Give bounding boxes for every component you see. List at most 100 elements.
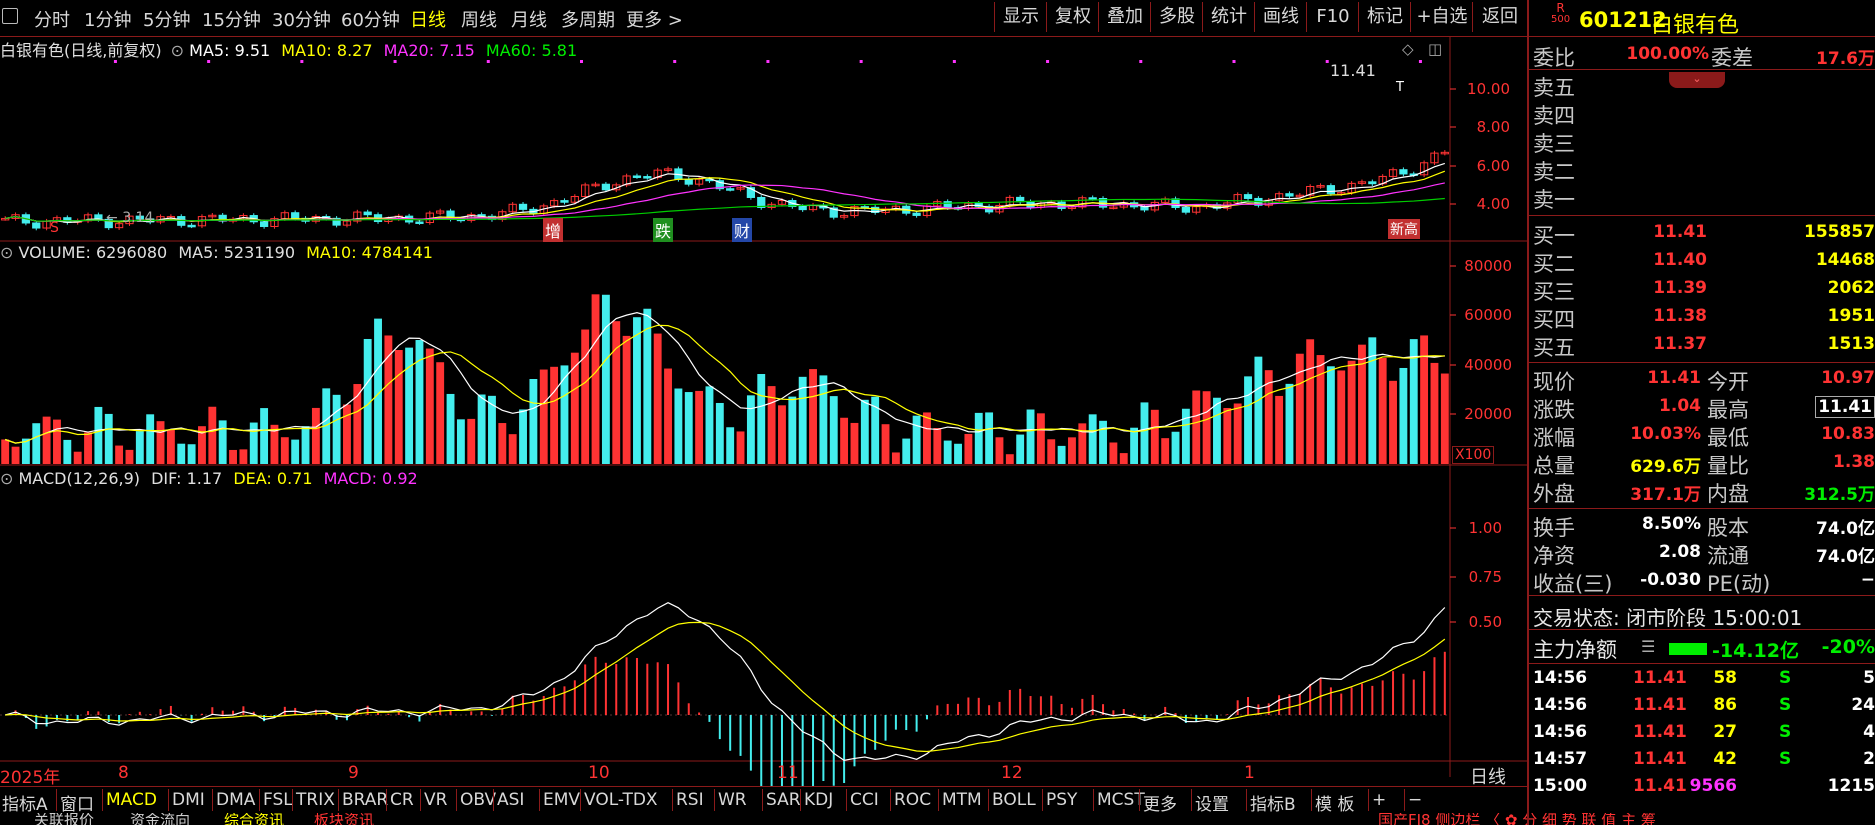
indicator-9[interactable]: VR (424, 790, 447, 810)
chart-gridlines (0, 88, 1456, 716)
volume-bar (1430, 362, 1439, 464)
panel-toggle-icon[interactable]: ◫ (1428, 40, 1442, 58)
tab-30min[interactable]: 30分钟 (272, 6, 331, 32)
legend-toggle-icon[interactable]: ⊙ (171, 41, 184, 60)
window-menu-icon[interactable] (2, 8, 18, 24)
volume-bar (249, 422, 258, 464)
volume-bar (1192, 390, 1201, 464)
indicator-4[interactable]: DMA (216, 790, 255, 810)
volume-bar (1068, 437, 1076, 464)
indicator-separator (672, 789, 673, 811)
indicator-1[interactable]: 窗口 (60, 790, 94, 815)
tab-daily[interactable]: 日线 (410, 6, 446, 32)
volume-bar (622, 335, 631, 464)
indicator-28[interactable]: + (1372, 790, 1386, 810)
indicator-24[interactable]: 更多 (1143, 790, 1177, 815)
tab-minute[interactable]: 分时 (34, 6, 70, 32)
tick-count: 2 (1863, 749, 1875, 769)
indicator-10[interactable]: OBV (460, 790, 496, 810)
volume-bar (477, 394, 486, 464)
list-icon[interactable]: ☰ (1641, 637, 1655, 656)
volume-bar (115, 445, 124, 464)
quote-panel: R 500 601212 白银有色 委比 100.00% 委差 17.6万 ⌄ 卖… (1527, 0, 1875, 825)
indicator-25[interactable]: 设置 (1195, 790, 1229, 815)
indicator-29[interactable]: − (1408, 790, 1422, 810)
volume-bar (902, 438, 911, 464)
statistics-button[interactable]: 统计 (1202, 2, 1255, 32)
indicator-11[interactable]: ASI (497, 790, 524, 810)
kline-chart[interactable]: 10.00 8.00 6.00 4.00 80000 60000 40000 20000 1.0… (0, 37, 1527, 786)
tick-time: 14:56 (1533, 695, 1588, 715)
event-drop[interactable]: 跌 (653, 218, 674, 242)
stat-label: 外盘 (1533, 482, 1575, 506)
draw-button[interactable]: 画线 (1254, 2, 1307, 32)
tick-side: S (1779, 695, 1792, 715)
link-sector-news[interactable]: 板块资讯 (314, 813, 374, 825)
indicator-separator (1093, 789, 1094, 811)
stat-value: 312.5万 (1804, 485, 1875, 505)
volume-bar (1119, 453, 1128, 464)
indicator-19[interactable]: ROC (894, 790, 931, 810)
indicator-20[interactable]: MTM (942, 790, 982, 810)
tab-60min[interactable]: 60分钟 (341, 6, 400, 32)
indicator-5[interactable]: FSL (263, 790, 293, 810)
indicator-26[interactable]: 指标B (1250, 790, 1296, 815)
volume-bar (1440, 373, 1449, 464)
buy-volume: 14468 (1815, 250, 1875, 270)
candle-body (1088, 197, 1097, 200)
candle-body (1399, 169, 1408, 175)
stat-value: 317.1万 (1630, 485, 1701, 505)
event-increase[interactable]: 增 (543, 218, 564, 242)
volume-toggle-icon[interactable]: ⊙ (0, 243, 13, 262)
link-fund-flow[interactable]: 资金流向 (130, 813, 190, 825)
event-finance[interactable]: 财 (732, 218, 753, 242)
add-watchlist-button[interactable]: +自选 (1410, 2, 1473, 32)
fund-label: 收益(三) (1533, 572, 1613, 596)
time-label-dec: 12 (1001, 763, 1023, 783)
display-button[interactable]: 显示 (994, 2, 1047, 32)
chart-title: 白银有色(日线,前复权) (0, 41, 162, 60)
collapse-icon[interactable]: ⌄ (1669, 72, 1725, 88)
buy-volume: 155857 (1804, 222, 1875, 242)
indicator-22[interactable]: PSY (1046, 790, 1077, 810)
signal-dot (766, 60, 770, 63)
tab-more[interactable]: 更多 > (626, 6, 683, 32)
indicator-separator (456, 789, 457, 811)
tab-5min[interactable]: 5分钟 (143, 6, 190, 32)
volume-bar (850, 422, 859, 464)
indicator-13[interactable]: VOL-TDX (584, 790, 658, 810)
indicator-15[interactable]: WR (718, 790, 747, 810)
macd-name: MACD(12,26,9) (18, 469, 141, 488)
adjust-button[interactable]: 复权 (1046, 2, 1099, 32)
indicator-6[interactable]: TRIX (296, 790, 335, 810)
link-related-quote[interactable]: 关联报价 (34, 813, 94, 825)
diamond-icon[interactable]: ◇ (1402, 40, 1414, 58)
indicator-17[interactable]: KDJ (804, 790, 833, 810)
tab-weekly[interactable]: 周线 (461, 6, 497, 32)
indicator-2[interactable]: MACD (106, 790, 157, 810)
f10-button[interactable]: F10 (1306, 2, 1359, 32)
indicator-12[interactable]: EMV (543, 790, 580, 810)
volume-bar (933, 427, 942, 464)
indicator-18[interactable]: CCI (850, 790, 879, 810)
indicator-0[interactable]: 指标A (2, 790, 48, 815)
indicator-8[interactable]: CR (390, 790, 414, 810)
back-button[interactable]: 返回 (1472, 2, 1527, 32)
indicator-3[interactable]: DMI (172, 790, 205, 810)
indicator-14[interactable]: RSI (676, 790, 704, 810)
indicator-23[interactable]: MCST (1097, 790, 1145, 810)
indicator-21[interactable]: BOLL (992, 790, 1036, 810)
indicator-16[interactable]: SAR (766, 790, 801, 810)
overlay-button[interactable]: 叠加 (1098, 2, 1151, 32)
macd-toggle-icon[interactable]: ⊙ (0, 469, 13, 488)
volume-bar (394, 350, 403, 464)
tab-multi-period[interactable]: 多周期 (561, 6, 615, 32)
indicator-27[interactable]: 模 板 (1315, 790, 1354, 815)
tab-15min[interactable]: 15分钟 (202, 6, 261, 32)
tab-1min[interactable]: 1分钟 (84, 6, 131, 32)
indicator-7[interactable]: BRAR (342, 790, 388, 810)
multi-stock-button[interactable]: 多股 (1150, 2, 1203, 32)
link-news[interactable]: 综合资讯 (224, 813, 284, 825)
mark-button[interactable]: 标记 (1358, 2, 1411, 32)
tab-monthly[interactable]: 月线 (511, 6, 547, 32)
